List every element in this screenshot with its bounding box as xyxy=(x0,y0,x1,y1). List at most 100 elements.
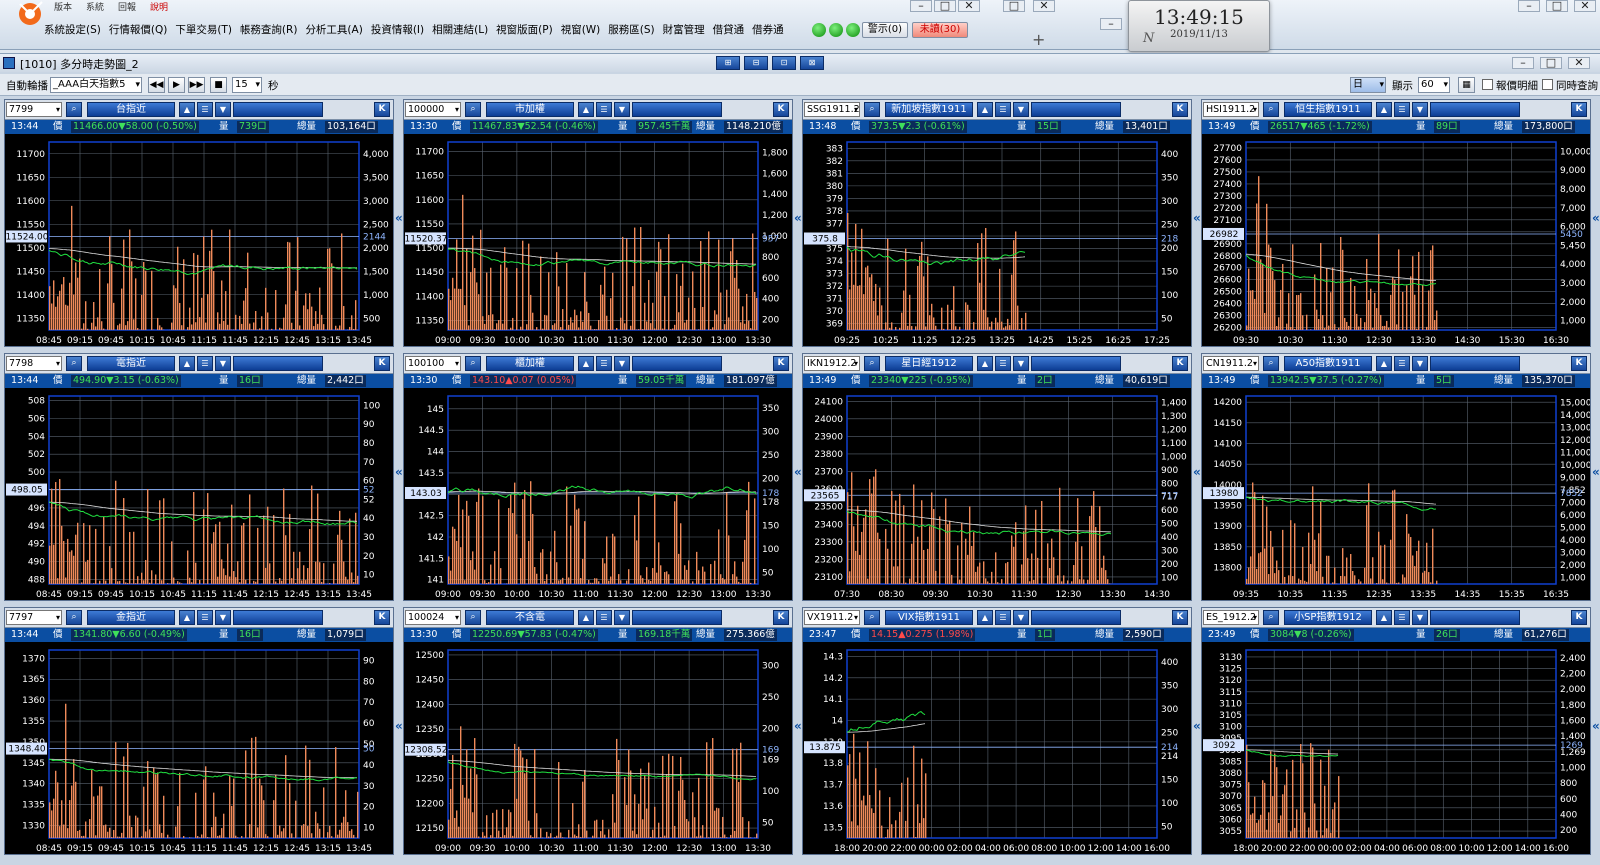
arrow-up-icon[interactable]: ▲ xyxy=(977,102,993,117)
top-strip-item[interactable]: 回報 xyxy=(118,0,136,13)
list-icon[interactable]: ☰ xyxy=(197,356,213,371)
alert-button[interactable]: 警示(0) xyxy=(862,22,908,38)
collapse-arrow-icon[interactable]: « xyxy=(1193,719,1201,733)
kline-button[interactable]: K xyxy=(374,102,390,117)
symbol-name[interactable]: 台指近 xyxy=(87,102,175,117)
symbol-name[interactable]: 電指近 xyxy=(87,356,175,371)
display-count-input[interactable]: 60 xyxy=(1418,77,1450,93)
menu-system-settings[interactable]: 系統設定(S) xyxy=(40,22,105,38)
play-icon[interactable]: ▶ xyxy=(168,77,185,93)
symbol-code-select[interactable]: 7798 xyxy=(6,356,62,371)
menu-securities-lending[interactable]: 借券通 xyxy=(748,22,788,38)
symbol-code-select[interactable]: HSI1911.2 xyxy=(1203,102,1259,117)
chevron-down-icon[interactable]: ▼ xyxy=(614,610,630,625)
collapse-arrow-icon[interactable]: « xyxy=(395,465,403,479)
search-icon[interactable]: ⌕ xyxy=(1263,102,1279,117)
arrow-up-icon[interactable]: ▲ xyxy=(179,356,195,371)
search-icon[interactable]: ⌕ xyxy=(864,356,880,371)
unread-button[interactable]: 未讀(30) xyxy=(912,22,968,38)
close-icon[interactable]: ✕ xyxy=(1574,0,1596,12)
arrow-up-icon[interactable]: ▲ xyxy=(1376,356,1392,371)
last-icon[interactable]: ▶▶ xyxy=(188,77,205,93)
arrow-up-icon[interactable]: ▲ xyxy=(1376,610,1392,625)
close-icon[interactable]: ✕ xyxy=(1568,57,1590,69)
arrow-up-icon[interactable]: ▲ xyxy=(179,102,195,117)
collapse-arrow-icon[interactable]: « xyxy=(1193,465,1201,479)
kline-button[interactable]: K xyxy=(1571,102,1587,117)
kline-button[interactable]: K xyxy=(1571,610,1587,625)
list-icon[interactable]: ☰ xyxy=(596,356,612,371)
menu-window[interactable]: 視窗(W) xyxy=(557,22,605,38)
collapse-arrow-icon[interactable]: « xyxy=(395,719,403,733)
menu-links[interactable]: 相關連結(L) xyxy=(428,22,492,38)
minimize-icon[interactable]: – xyxy=(910,0,932,12)
search-icon[interactable]: ⌕ xyxy=(66,610,82,625)
menu-analysis[interactable]: 分析工具(A) xyxy=(301,22,366,38)
list-icon[interactable]: ☰ xyxy=(197,102,213,117)
chevron-down-icon[interactable]: ▼ xyxy=(614,356,630,371)
quote-detail-checkbox[interactable] xyxy=(1482,79,1493,90)
menu-info[interactable]: 投資情報(I) xyxy=(367,22,428,38)
kline-button[interactable]: K xyxy=(773,102,789,117)
chevron-down-icon[interactable]: ▼ xyxy=(1013,102,1029,117)
new-tab-icon[interactable]: + xyxy=(1032,30,1045,49)
symbol-code-select[interactable]: CN1911.2 xyxy=(1203,356,1259,371)
chevron-down-icon[interactable]: ▼ xyxy=(215,610,231,625)
maximize-icon[interactable]: □ xyxy=(934,0,956,12)
kline-button[interactable]: K xyxy=(1571,356,1587,371)
kline-button[interactable]: K xyxy=(374,356,390,371)
symbol-name[interactable]: 市加權 xyxy=(486,102,574,117)
chevron-down-icon[interactable]: ▼ xyxy=(1412,356,1428,371)
first-icon[interactable]: ◀◀ xyxy=(148,77,165,93)
restore-icon[interactable]: □ xyxy=(1003,0,1025,12)
list-icon[interactable]: ☰ xyxy=(197,610,213,625)
symbol-name[interactable]: VIX指數1911 xyxy=(885,610,973,625)
collapse-arrow-icon[interactable]: « xyxy=(794,211,802,225)
chevron-down-icon[interactable]: ▼ xyxy=(215,356,231,371)
list-icon[interactable]: ☰ xyxy=(1394,610,1410,625)
symbol-code-select[interactable]: 7797 xyxy=(6,610,62,625)
arrow-up-icon[interactable]: ▲ xyxy=(578,356,594,371)
kline-button[interactable]: K xyxy=(1172,610,1188,625)
symbol-code-select[interactable]: IKN1912.2 xyxy=(804,356,860,371)
kline-button[interactable]: K xyxy=(773,610,789,625)
chevron-down-icon[interactable]: ▼ xyxy=(1412,102,1428,117)
menu-layout[interactable]: 視窗版面(P) xyxy=(492,22,557,38)
arrow-up-icon[interactable]: ▲ xyxy=(1376,102,1392,117)
list-icon[interactable]: ☰ xyxy=(1394,356,1410,371)
menu-service[interactable]: 服務區(S) xyxy=(604,22,658,38)
layout-button-4[interactable]: ⊠ xyxy=(800,56,824,70)
symbol-code-select[interactable]: 100024 xyxy=(405,610,461,625)
symbol-name[interactable]: 櫃加權 xyxy=(486,356,574,371)
search-icon[interactable]: ⌕ xyxy=(864,610,880,625)
search-icon[interactable]: ⌕ xyxy=(66,356,82,371)
top-strip-item[interactable]: 說明 xyxy=(150,0,168,13)
list-icon[interactable]: ☰ xyxy=(995,356,1011,371)
symbol-code-select[interactable]: ES_1912.2 xyxy=(1203,610,1259,625)
minimize-icon[interactable]: – xyxy=(1100,18,1122,30)
arrow-up-icon[interactable]: ▲ xyxy=(977,610,993,625)
list-icon[interactable]: ☰ xyxy=(995,610,1011,625)
menu-account[interactable]: 帳務查詢(R) xyxy=(236,22,302,38)
symbol-name[interactable]: 金指近 xyxy=(87,610,175,625)
symbol-code-select[interactable]: 100100 xyxy=(405,356,461,371)
arrow-up-icon[interactable]: ▲ xyxy=(578,102,594,117)
collapse-arrow-icon[interactable]: « xyxy=(1592,465,1600,479)
kline-button[interactable]: K xyxy=(773,356,789,371)
symbol-code-select[interactable]: 100000 xyxy=(405,102,461,117)
menu-order[interactable]: 下單交易(T) xyxy=(171,22,236,38)
top-strip-item[interactable]: 系統 xyxy=(86,0,104,13)
symbol-name[interactable]: A50指數1911 xyxy=(1284,356,1372,371)
collapse-arrow-icon[interactable]: « xyxy=(1592,719,1600,733)
symbol-code-select[interactable]: 7799 xyxy=(6,102,62,117)
kline-button[interactable]: K xyxy=(374,610,390,625)
minimize-icon[interactable]: – xyxy=(1518,0,1540,12)
symbol-code-select[interactable]: SSG1911.2 xyxy=(804,102,860,117)
arrow-up-icon[interactable]: ▲ xyxy=(977,356,993,371)
chevron-down-icon[interactable]: ▼ xyxy=(215,102,231,117)
search-icon[interactable]: ⌕ xyxy=(1263,610,1279,625)
kline-button[interactable]: K xyxy=(1172,102,1188,117)
menu-quotes[interactable]: 行情報價(Q) xyxy=(105,22,171,38)
symbol-code-select[interactable]: VX1911.2 xyxy=(804,610,860,625)
stop-icon[interactable]: ■ xyxy=(210,77,227,93)
